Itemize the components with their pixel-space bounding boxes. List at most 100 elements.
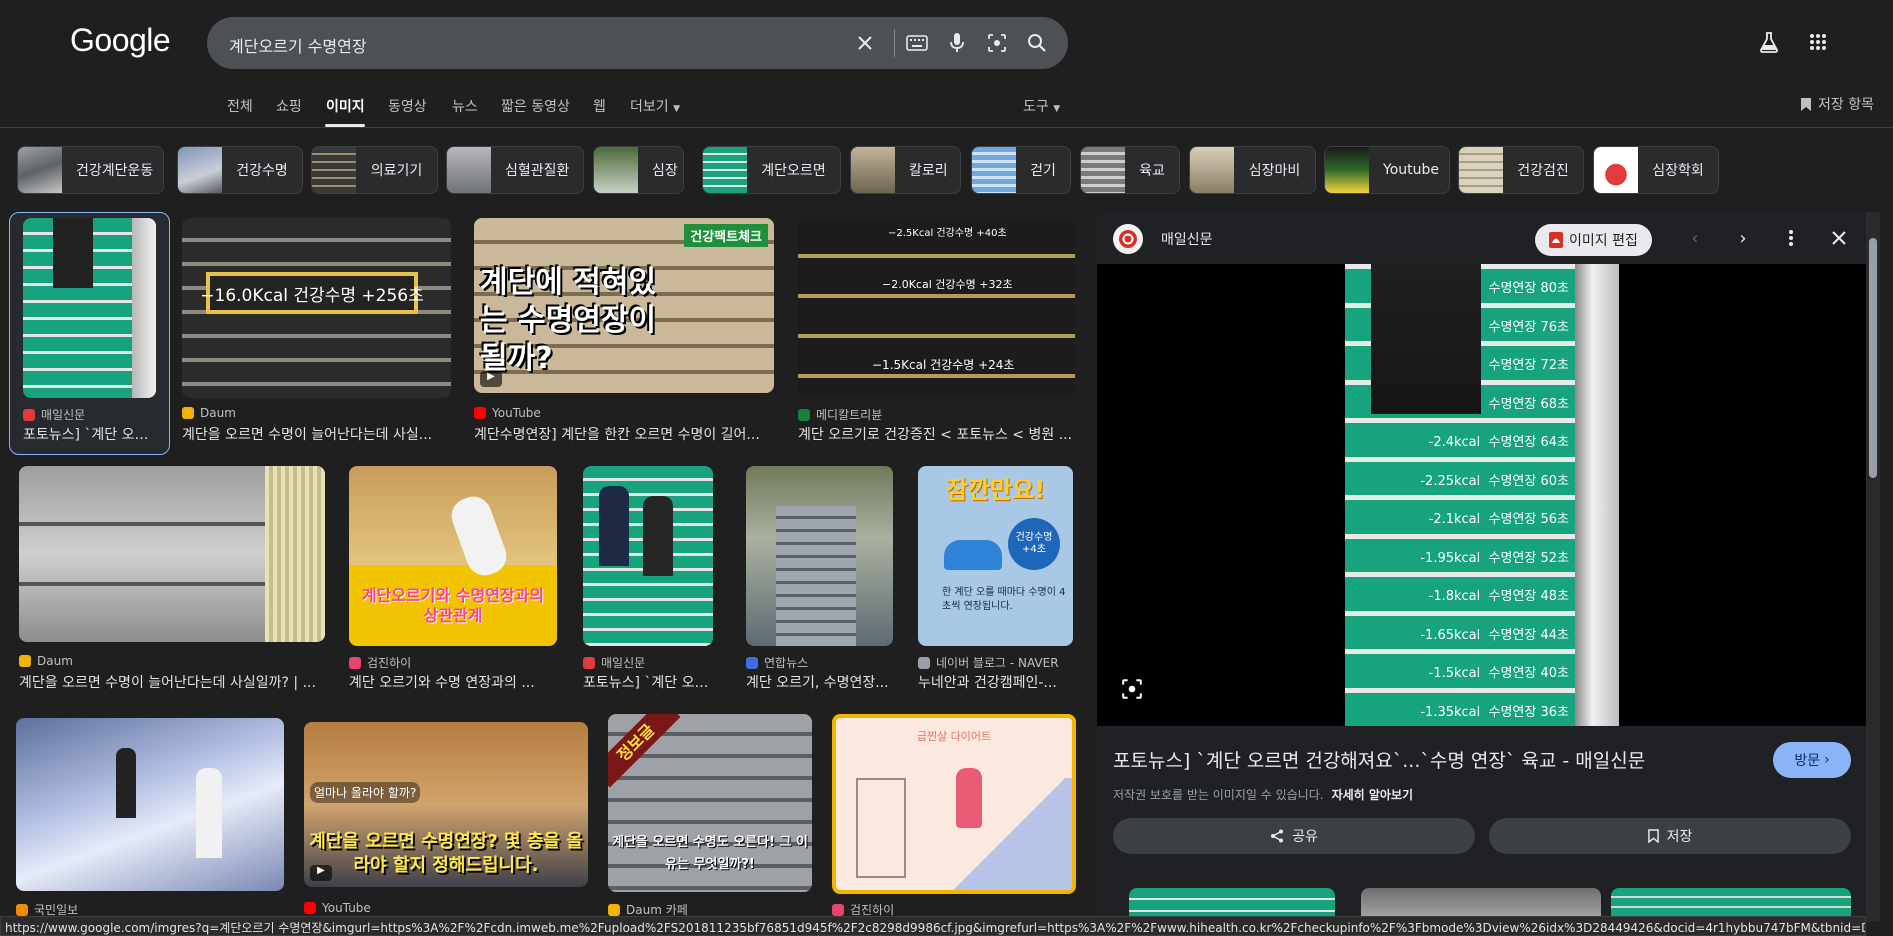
chip-7[interactable]: 걷기 xyxy=(971,146,1071,194)
result-title[interactable]: 계단 오르기, 수명연장... xyxy=(746,672,893,692)
labs-flask-icon[interactable] xyxy=(1757,30,1781,54)
preview-title[interactable]: 포토뉴스] `계단 오르면 건강해져요`...`수명 연장` 육교 - 매일신문 xyxy=(1113,746,1645,773)
result-title[interactable]: 포토뉴스] `계단 오르... xyxy=(583,672,713,692)
result-image[interactable]: 잠깐만요! 건강수명 +4초 한 계단 오를 때마다 수명이 4초씩 연장됩니다… xyxy=(918,466,1073,646)
source-favicon[interactable] xyxy=(1113,224,1143,254)
tab-more[interactable]: 더보기 ▼ xyxy=(630,96,680,116)
result-image[interactable]: 계단오르기와 수명연장과의 상관관계 xyxy=(349,466,557,646)
more-options-icon[interactable] xyxy=(1779,226,1803,250)
result-image[interactable] xyxy=(23,218,156,398)
chip-9[interactable]: 심장마비 xyxy=(1189,146,1316,194)
search-icon[interactable] xyxy=(1025,31,1049,55)
result-image[interactable]: 정보글 계단을 오르면 수명도 오른다! 그 이유는 무엇일까?! xyxy=(608,714,812,892)
preview-step-label: 수명연장 76초 xyxy=(1488,319,1569,335)
result-image[interactable] xyxy=(16,718,284,891)
google-logo[interactable]: Google xyxy=(70,22,171,59)
microphone-icon[interactable] xyxy=(945,31,969,55)
chip-1[interactable]: 건강수명 xyxy=(177,146,303,194)
search-box[interactable]: 계단오르기 수명연장 xyxy=(207,17,1068,69)
chip-5[interactable]: 계단오르면 xyxy=(702,146,841,194)
source-favicon xyxy=(746,656,758,669)
result-image[interactable]: 건강팩트체크 계단에 적혀있는 수명연장이 될까? ▶ xyxy=(474,218,774,393)
tab-videos[interactable]: 동영상 xyxy=(388,96,427,116)
next-chevron-icon[interactable]: › xyxy=(1731,226,1755,250)
result-card-10[interactable]: 얼마나 올라야 할까? 계단을 오르면 수명연장? 몇 층을 올라야 할지 정해… xyxy=(304,722,588,916)
chip-8[interactable]: 육교 xyxy=(1080,146,1180,194)
result-title[interactable]: 포토뉴스] `계단 오르... xyxy=(23,424,156,444)
panel-scrollbar[interactable] xyxy=(1866,212,1880,922)
saved-items-button[interactable]: 저장 항목 xyxy=(1800,94,1874,114)
result-title[interactable]: 계단을 오르면 수명이 늘어난다는데 사실일까? | ... xyxy=(19,672,325,692)
clear-icon[interactable] xyxy=(853,31,877,55)
chip-label: 심장 xyxy=(652,163,678,179)
result-image[interactable]: −2.5Kcal 건강수명 +40초 −2.0Kcal 건강수명 +32초 −1… xyxy=(798,218,1075,398)
result-image[interactable]: −16.0Kcal 건강수명 +256초 xyxy=(182,218,451,398)
result-card-0[interactable]: 매일신문 포토뉴스] `계단 오르... xyxy=(23,218,156,448)
result-title[interactable]: 계단수명연장] 계단을 한칸 오르면 수명이 길어... xyxy=(474,424,774,444)
previous-chevron-icon[interactable]: ‹ xyxy=(1683,226,1707,250)
edit-image-button[interactable]: 이미지 편집 xyxy=(1535,224,1652,256)
keyboard-icon[interactable] xyxy=(905,31,929,55)
share-button[interactable]: 공유 xyxy=(1113,818,1475,854)
result-title[interactable]: 계단 오르기로 건강증진 < 포토뉴스 < 병원 ... xyxy=(798,424,1075,444)
result-card-12[interactable]: 급찐살 다이어트 검진하이 xyxy=(832,714,1076,917)
result-card-4[interactable]: Daum 계단을 오르면 수명이 늘어난다는데 사실일까? | ... xyxy=(19,466,325,696)
chip-0[interactable]: 건강계단운동 xyxy=(17,146,164,194)
source-favicon xyxy=(304,902,316,914)
chip-3[interactable]: 심혈관질환 xyxy=(446,146,584,194)
tab-web[interactable]: 웹 xyxy=(593,96,606,116)
top-bar: Google 계단오르기 수명연장 xyxy=(0,0,1893,88)
close-icon[interactable] xyxy=(1827,226,1851,250)
chip-6[interactable]: 칼로리 xyxy=(850,146,961,194)
scrollbar-thumb[interactable] xyxy=(1869,238,1877,478)
tools-button[interactable]: 도구 ▼ xyxy=(1023,96,1060,116)
chip-2[interactable]: 의료기기 xyxy=(311,146,438,194)
result-card-5[interactable]: 계단오르기와 수명연장과의 상관관계 검진하이 계단 오르기와 수명 연장과의 … xyxy=(349,466,557,696)
result-image[interactable]: 급찐살 다이어트 xyxy=(832,714,1076,894)
preview-step-label: -2.4kcal 수명연장 64초 xyxy=(1428,435,1569,451)
chip-label: 걷기 xyxy=(1030,163,1056,179)
result-card-11[interactable]: 정보글 계단을 오르면 수명도 오른다! 그 이유는 무엇일까?! Daum 카… xyxy=(608,714,812,917)
result-source: YouTube xyxy=(304,901,371,915)
tab-shopping[interactable]: 쇼핑 xyxy=(276,96,302,116)
result-card-8[interactable]: 잠깐만요! 건강수명 +4초 한 계단 오를 때마다 수명이 4초씩 연장됩니다… xyxy=(918,466,1073,696)
result-image[interactable] xyxy=(19,466,325,642)
preview-step-label: -1.5kcal 수명연장 40초 xyxy=(1428,666,1569,682)
chip-thumbnail xyxy=(1594,147,1638,193)
tab-news[interactable]: 뉴스 xyxy=(452,96,478,116)
learn-more-link[interactable]: 자세히 알아보기 xyxy=(1332,788,1413,802)
result-title[interactable]: 계단을 오르면 수명이 늘어난다는데 사실... xyxy=(182,424,451,444)
preview-source-name[interactable]: 매일신문 xyxy=(1161,229,1213,249)
tab-images[interactable]: 이미지 xyxy=(326,96,365,116)
result-title[interactable]: 계단 오르기와 수명 연장과의 ... xyxy=(349,672,557,692)
preview-step-label: 수명연장 72초 xyxy=(1488,358,1569,374)
chip-12[interactable]: 심장학회 xyxy=(1593,146,1719,194)
result-image[interactable] xyxy=(746,466,893,646)
illustrated-door xyxy=(856,778,906,878)
result-card-1[interactable]: −16.0Kcal 건강수명 +256초 Daum 계단을 오르면 수명이 늘어… xyxy=(182,218,451,448)
tab-all[interactable]: 전체 xyxy=(227,96,253,116)
chip-11[interactable]: 건강검진 xyxy=(1458,146,1584,194)
result-card-2[interactable]: 건강팩트체크 계단에 적혀있는 수명연장이 될까? ▶ YouTube 계단수명… xyxy=(474,218,774,448)
preview-step-label: 수명연장 80초 xyxy=(1488,281,1569,297)
result-image[interactable]: 얼마나 올라야 할까? 계단을 오르면 수명연장? 몇 층을 올라야 할지 정해… xyxy=(304,722,588,887)
save-button[interactable]: 저장 xyxy=(1489,818,1851,854)
preview-image[interactable]: 수명연장 80초 수명연장 76초 수명연장 72초 수명연장 68초 -2.4kcal… xyxy=(1345,264,1619,726)
camera-search-icon[interactable] xyxy=(985,31,1009,55)
search-input[interactable]: 계단오르기 수명연장 xyxy=(229,33,367,57)
result-card-3[interactable]: −2.5Kcal 건강수명 +40초 −2.0Kcal 건강수명 +32초 −1… xyxy=(798,218,1075,448)
stairwell xyxy=(776,506,856,646)
visit-button[interactable]: 방문 › xyxy=(1773,742,1851,778)
chip-4[interactable]: 심장 xyxy=(593,146,684,194)
source-favicon xyxy=(349,656,361,669)
result-card-7[interactable]: 연합뉴스 계단 오르기, 수명연장... xyxy=(746,466,893,696)
tab-short-videos[interactable]: 짧은 동영상 xyxy=(501,96,570,116)
apps-grid-icon[interactable] xyxy=(1806,30,1830,54)
lens-search-icon[interactable] xyxy=(1121,678,1147,704)
result-card-9[interactable]: 국민일보 xyxy=(16,718,284,917)
result-card-6[interactable]: 매일신문 포토뉴스] `계단 오르... xyxy=(583,466,713,696)
result-title[interactable]: 누네안과 건강캠페인-... xyxy=(918,672,1073,692)
result-image[interactable] xyxy=(583,466,713,646)
chip-10[interactable]: Youtube xyxy=(1324,146,1450,194)
person-figure xyxy=(116,748,136,818)
